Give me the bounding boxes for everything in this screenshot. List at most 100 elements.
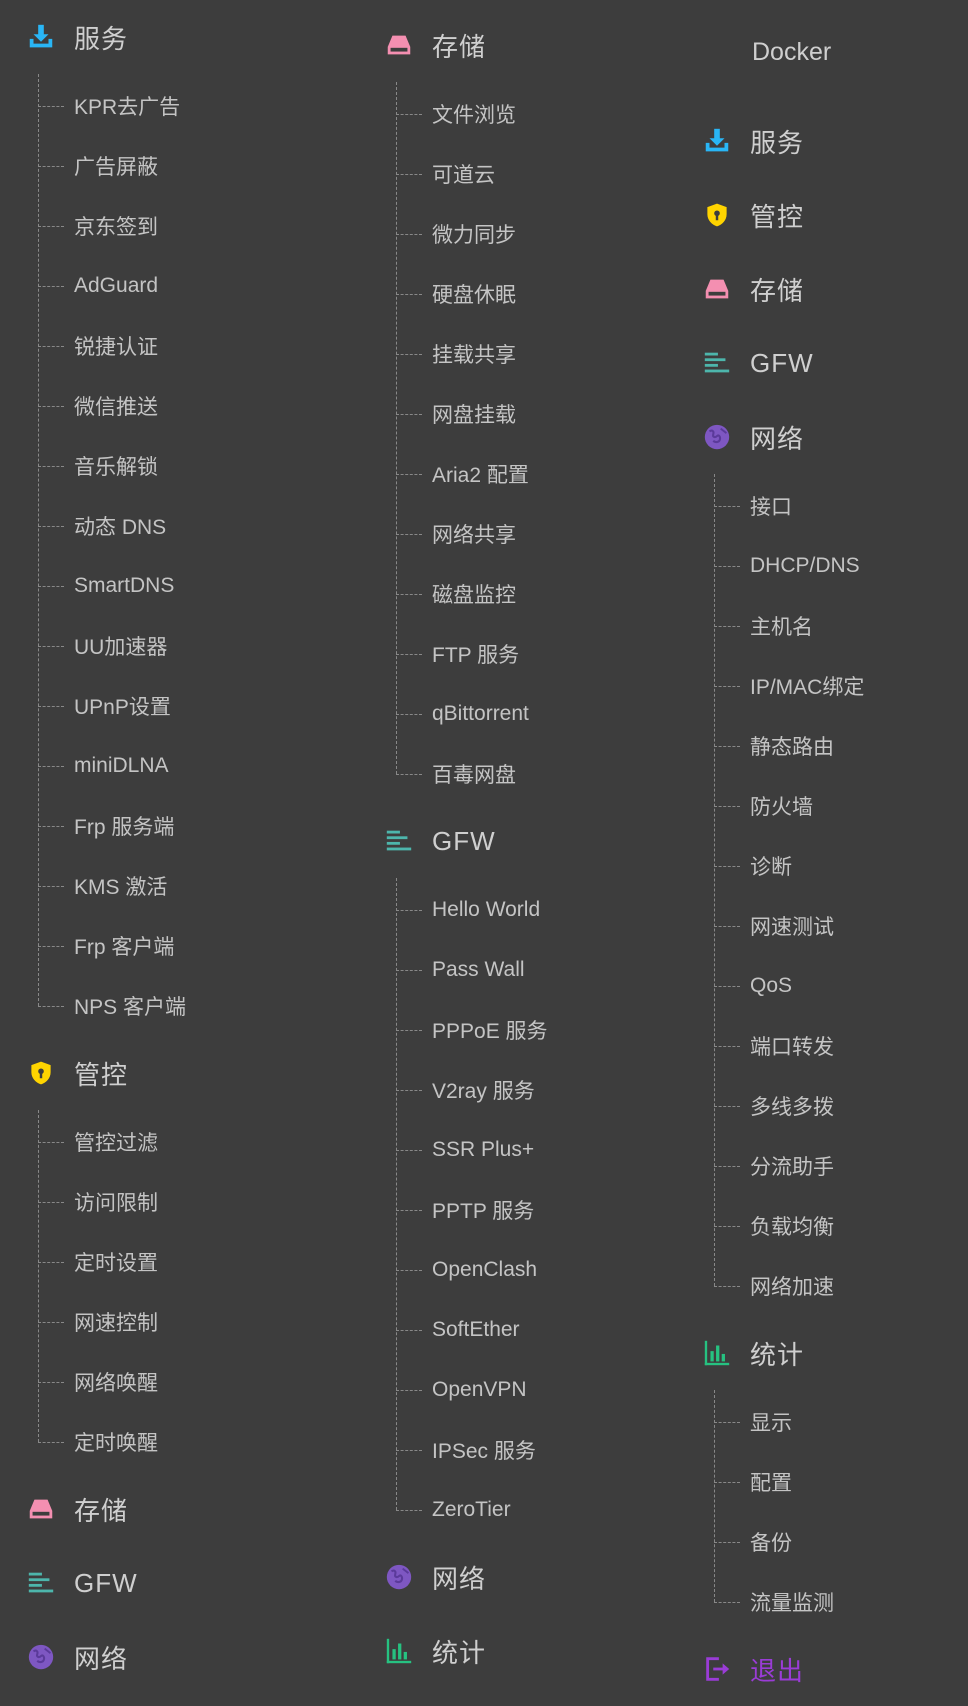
submenu-item[interactable]: 分流助手	[714, 1136, 968, 1196]
submenu-item[interactable]: 硬盘休眠	[396, 264, 678, 324]
submenu-item[interactable]: 防火墙	[714, 776, 968, 836]
globe-icon	[382, 1560, 416, 1594]
submenu-item[interactable]: 可道云	[396, 144, 678, 204]
section-services-label: 服务	[74, 23, 129, 54]
submenu-item[interactable]: 访问限制	[38, 1172, 320, 1232]
submenu-item[interactable]: Hello World	[396, 880, 678, 940]
submenu-item[interactable]: 动态 DNS	[38, 496, 320, 556]
submenu-item[interactable]: 网络加速	[714, 1256, 968, 1316]
submenu-item[interactable]: 微信推送	[38, 376, 320, 436]
submenu-item[interactable]: IP/MAC绑定	[714, 656, 968, 716]
section-network-header[interactable]: 网络	[0, 1620, 320, 1694]
submenu-item[interactable]: UU加速器	[38, 616, 320, 676]
submenu-item[interactable]: KMS 激活	[38, 856, 320, 916]
submenu-item[interactable]: 静态路由	[714, 716, 968, 776]
storage-icon	[700, 272, 734, 306]
docker-menu-title[interactable]: Docker	[676, 0, 968, 104]
section-network-header[interactable]: 网络	[358, 1540, 678, 1614]
section-control-header[interactable]: 管控	[0, 1036, 320, 1110]
submenu-item[interactable]: 网络唤醒	[38, 1352, 320, 1412]
section-storage-label: 存储	[74, 1495, 129, 1526]
submenu-item[interactable]: 接口	[714, 476, 968, 536]
section-storage-header[interactable]: 存储	[676, 252, 968, 326]
section-gfw-header[interactable]: GFW	[358, 804, 678, 878]
submenu-item[interactable]: OpenVPN	[396, 1360, 678, 1420]
submenu-item[interactable]: 端口转发	[714, 1016, 968, 1076]
submenu-item[interactable]: 锐捷认证	[38, 316, 320, 376]
submenu-item[interactable]: IPSec 服务	[396, 1420, 678, 1480]
section-gfw-header[interactable]: GFW	[676, 326, 968, 400]
submenu-item[interactable]: QoS	[714, 956, 968, 1016]
submenu-item[interactable]: SoftEther	[396, 1300, 678, 1360]
submenu-item[interactable]: 定时唤醒	[38, 1412, 320, 1472]
section-gfw-label: GFW	[750, 347, 814, 378]
submenu-item[interactable]: KPR去广告	[38, 76, 320, 136]
submenu-item[interactable]: 网盘挂载	[396, 384, 678, 444]
submenu-item[interactable]: 显示	[714, 1392, 968, 1452]
submenu-item[interactable]: 负载均衡	[714, 1196, 968, 1256]
gfw-list-icon	[382, 824, 416, 858]
logout-button[interactable]: 退出	[676, 1632, 968, 1706]
submenu-item[interactable]: miniDLNA	[38, 736, 320, 796]
stats-submenu: 显示 配置 备份 流量监测	[714, 1390, 968, 1632]
section-services-label: 服务	[750, 127, 805, 158]
section-control-header[interactable]: 管控	[676, 178, 968, 252]
submenu-item[interactable]: 网速测试	[714, 896, 968, 956]
section-gfw-label: GFW	[74, 1567, 138, 1598]
submenu-item[interactable]: SSR Plus+	[396, 1120, 678, 1180]
section-network-label: 网络	[432, 1563, 487, 1594]
submenu-item[interactable]: ZeroTier	[396, 1480, 678, 1540]
section-services: 服务 KPR去广告 广告屏蔽 京东签到 AdGuard 锐捷认证 微信推送 音乐…	[0, 0, 320, 1036]
submenu-item[interactable]: Frp 客户端	[38, 916, 320, 976]
section-stats-header[interactable]: 统计	[358, 1614, 678, 1688]
submenu-item[interactable]: 管控过滤	[38, 1112, 320, 1172]
submenu-item[interactable]: PPPoE 服务	[396, 1000, 678, 1060]
submenu-item[interactable]: PPTP 服务	[396, 1180, 678, 1240]
bar-chart-icon	[382, 1634, 416, 1668]
submenu-item[interactable]: 挂载共享	[396, 324, 678, 384]
submenu-item[interactable]: Pass Wall	[396, 940, 678, 1000]
section-storage-header[interactable]: 存储	[0, 1472, 320, 1546]
shield-icon	[700, 198, 734, 232]
submenu-item[interactable]: 磁盘监控	[396, 564, 678, 624]
section-storage-header[interactable]: 存储	[358, 0, 678, 82]
globe-icon	[700, 420, 734, 454]
submenu-item[interactable]: 多线多拨	[714, 1076, 968, 1136]
submenu-item[interactable]: SmartDNS	[38, 556, 320, 616]
section-stats-header[interactable]: 统计	[676, 1316, 968, 1390]
submenu-item[interactable]: 网络共享	[396, 504, 678, 564]
submenu-item[interactable]: NPS 客户端	[38, 976, 320, 1036]
network-submenu: 接口 DHCP/DNS 主机名 IP/MAC绑定 静态路由 防火墙 诊断 网速测…	[714, 474, 968, 1316]
submenu-item[interactable]: DHCP/DNS	[714, 536, 968, 596]
gfw-submenu: Hello World Pass Wall PPPoE 服务 V2ray 服务 …	[396, 878, 678, 1540]
submenu-item[interactable]: 京东签到	[38, 196, 320, 256]
submenu-item[interactable]: 流量监测	[714, 1572, 968, 1632]
submenu-item[interactable]: 诊断	[714, 836, 968, 896]
section-storage: 存储 文件浏览 可道云 微力同步 硬盘休眠 挂载共享 网盘挂载 Aria2 配置…	[358, 0, 678, 804]
submenu-item[interactable]: 文件浏览	[396, 84, 678, 144]
submenu-item[interactable]: 主机名	[714, 596, 968, 656]
section-gfw-header[interactable]: GFW	[0, 1546, 320, 1620]
submenu-item[interactable]: 配置	[714, 1452, 968, 1512]
section-services-header[interactable]: 服务	[0, 0, 320, 74]
submenu-item[interactable]: FTP 服务	[396, 624, 678, 684]
section-services-header[interactable]: 服务	[676, 104, 968, 178]
submenu-item[interactable]: Frp 服务端	[38, 796, 320, 856]
submenu-item[interactable]: 微力同步	[396, 204, 678, 264]
submenu-item[interactable]: 音乐解锁	[38, 436, 320, 496]
submenu-item[interactable]: Aria2 配置	[396, 444, 678, 504]
submenu-item[interactable]: V2ray 服务	[396, 1060, 678, 1120]
submenu-item[interactable]: 广告屏蔽	[38, 136, 320, 196]
storage-icon	[382, 28, 416, 62]
submenu-item[interactable]: 百毒网盘	[396, 744, 678, 804]
submenu-item[interactable]: 备份	[714, 1512, 968, 1572]
submenu-item[interactable]: 定时设置	[38, 1232, 320, 1292]
submenu-item[interactable]: AdGuard	[38, 256, 320, 316]
submenu-item[interactable]: UPnP设置	[38, 676, 320, 736]
download-icon	[700, 124, 734, 158]
submenu-item[interactable]: OpenClash	[396, 1240, 678, 1300]
section-network-header[interactable]: 网络	[676, 400, 968, 474]
submenu-item[interactable]: qBittorrent	[396, 684, 678, 744]
submenu-item[interactable]: 网速控制	[38, 1292, 320, 1352]
menu-column-2: 存储 文件浏览 可道云 微力同步 硬盘休眠 挂载共享 网盘挂载 Aria2 配置…	[358, 0, 678, 1688]
